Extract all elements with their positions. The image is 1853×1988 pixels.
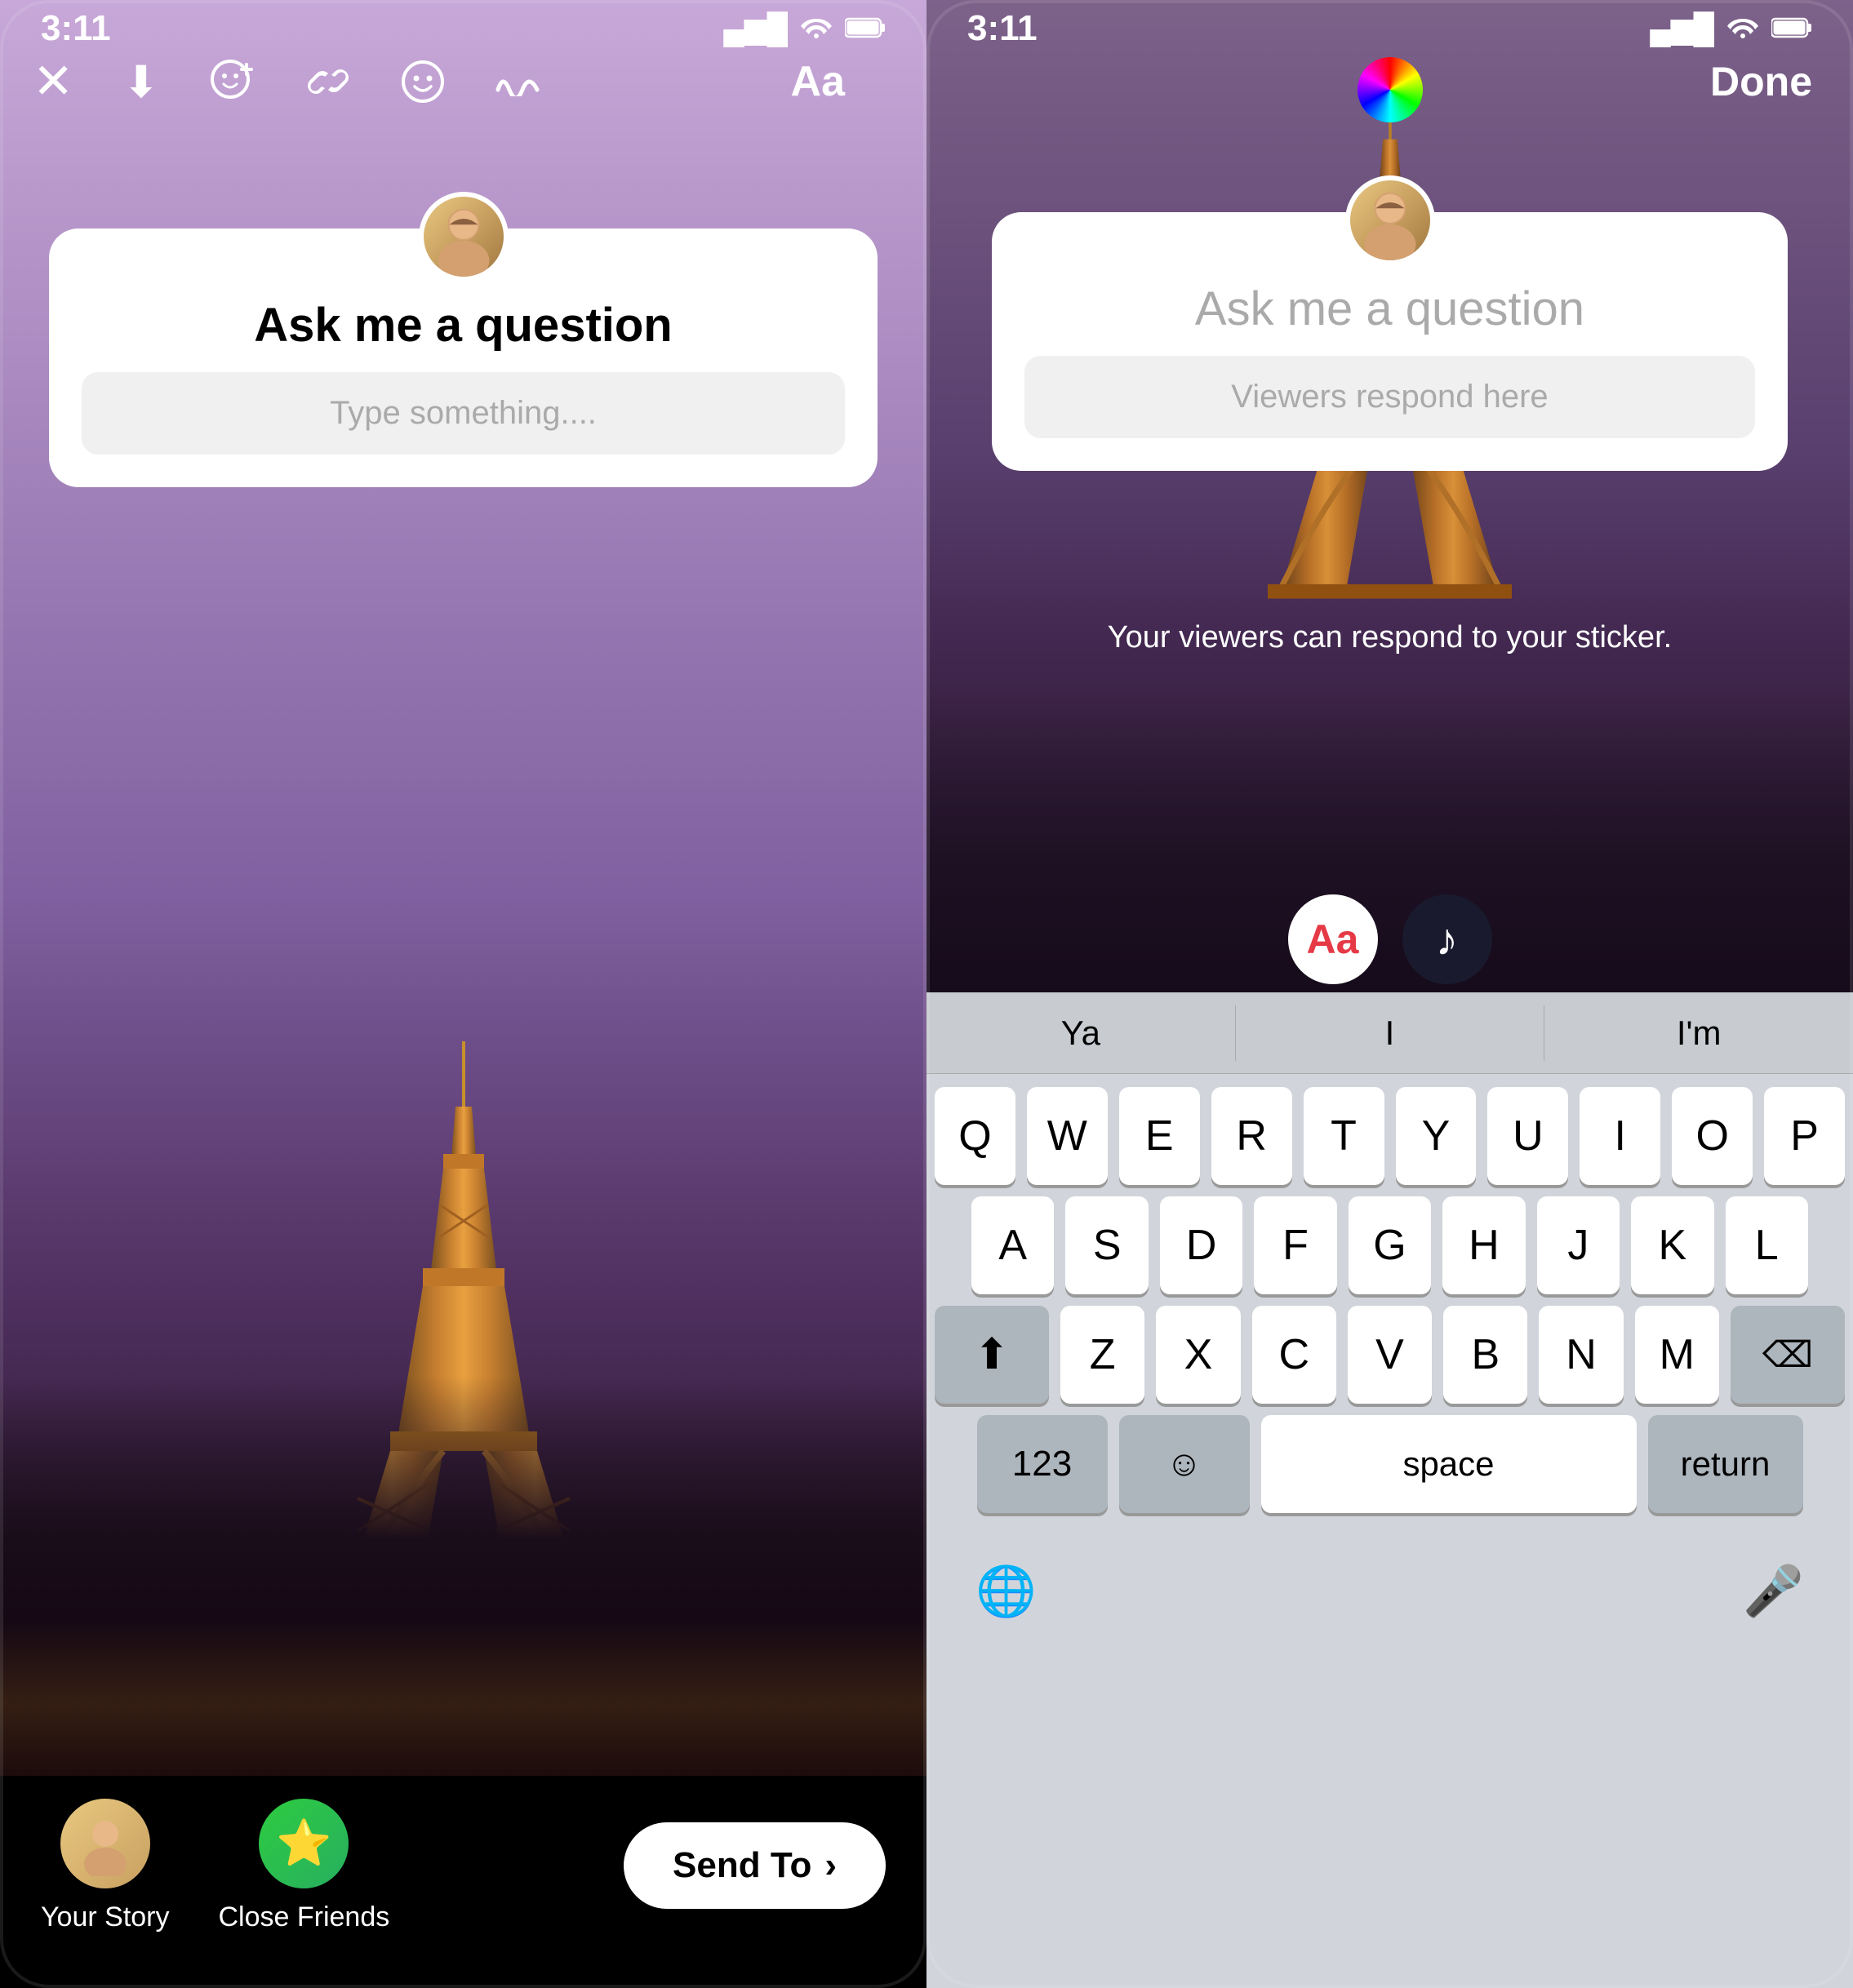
sticker-input-left[interactable]: Type something.... [82,372,845,455]
sticker-title-left: Ask me a question [254,298,672,353]
text-style-button[interactable]: Aa [1288,894,1378,984]
key-u[interactable]: U [1487,1087,1568,1185]
key-row-3: ⬆ Z X C V B N M ⌫ [935,1306,1845,1404]
key-b[interactable]: B [1443,1306,1527,1404]
keyboard-bottom-bar: 🌐 🎤 [926,1538,1853,1644]
squiggle-icon-left[interactable] [495,67,540,96]
key-s[interactable]: S [1065,1196,1148,1294]
bottom-bar-left: Your Story ⭐ Close Friends Send To › [0,1776,926,1988]
mic-icon[interactable]: 🎤 [1743,1562,1804,1620]
close-button-left[interactable]: ✕ [33,53,73,110]
story-screen-right: 3:11 ▄▆█ Done [926,0,1853,1988]
num-key[interactable]: 123 [977,1415,1108,1513]
right-phone: 3:11 ▄▆█ Done [926,0,1853,1988]
key-a[interactable]: A [971,1196,1054,1294]
predictive-bar: Ya I I'm [926,992,1853,1074]
emoji-add-icon-left[interactable] [209,58,256,105]
key-row-1: Q W E R T Y U I O P [935,1087,1845,1185]
key-row-4: 123 ☺ space return [935,1415,1845,1513]
battery-icon-left [845,11,886,46]
text-aa-icon-left[interactable]: Aa [791,57,845,106]
close-friends-icon: ⭐ [259,1799,349,1888]
keyboard-rows: Q W E R T Y U I O P A S D F G [926,1074,1853,1538]
sticker-title-right: Ask me a question [1195,282,1584,336]
sticker-input-right[interactable]: Viewers respond here [1024,356,1755,438]
key-v[interactable]: V [1348,1306,1432,1404]
return-key[interactable]: return [1648,1415,1803,1513]
key-f[interactable]: F [1254,1196,1336,1294]
key-z[interactable]: Z [1060,1306,1144,1404]
key-o[interactable]: O [1672,1087,1753,1185]
question-sticker-right: Ask me a question Viewers respond here [992,212,1788,471]
link-icon-left[interactable] [305,59,351,104]
time-left: 3:11 [41,8,111,49]
key-l[interactable]: L [1726,1196,1808,1294]
key-k[interactable]: K [1631,1196,1713,1294]
text-tools-area: Aa ♪ [926,894,1853,984]
question-sticker-left: Ask me a question Type something.... [49,229,878,487]
download-icon-left[interactable]: ⬇ [122,56,159,108]
your-story-button[interactable]: Your Story [41,1799,170,1933]
status-bar-left: 3:11 ▄▆█ [0,0,926,49]
predictive-word-3[interactable]: I'm [1544,1005,1853,1061]
close-friends-label: Close Friends [219,1901,390,1933]
signal-icon-left: ▄▆█ [723,11,788,46]
globe-icon[interactable]: 🌐 [975,1562,1037,1620]
send-to-button[interactable]: Send To › [624,1822,886,1909]
shift-key[interactable]: ⬆ [935,1306,1049,1404]
key-x[interactable]: X [1156,1306,1240,1404]
key-i[interactable]: I [1580,1087,1660,1185]
color-picker-button[interactable] [1358,57,1423,122]
predictive-word-1[interactable]: Ya [926,1005,1236,1061]
key-row-2: A S D F G H J K L [935,1196,1845,1294]
your-story-label: Your Story [41,1901,170,1933]
sticker-avatar-right [1345,175,1435,265]
music-button[interactable]: ♪ [1402,894,1492,984]
key-j[interactable]: J [1537,1196,1620,1294]
toolbar-right: Done [926,0,1853,131]
emoji-key[interactable]: ☺ [1119,1415,1250,1513]
delete-key[interactable]: ⌫ [1731,1306,1845,1404]
wifi-icon-left [801,11,832,46]
left-phone: 3:11 ▄▆█ ✕ ⬇ Aa [0,0,926,1988]
sticker-avatar-left [419,192,509,282]
your-story-avatar [60,1799,150,1888]
key-g[interactable]: G [1349,1196,1431,1294]
key-p[interactable]: P [1764,1087,1845,1185]
space-key[interactable]: space [1261,1415,1637,1513]
key-t[interactable]: T [1304,1087,1384,1185]
key-d[interactable]: D [1160,1196,1242,1294]
city-lights-left [0,1621,926,1784]
send-arrow-icon: › [824,1845,837,1886]
keyboard-area: Ya I I'm Q W E R T Y U I O P [926,992,1853,1988]
key-h[interactable]: H [1442,1196,1525,1294]
close-friends-button[interactable]: ⭐ Close Friends [219,1799,390,1933]
key-w[interactable]: W [1027,1087,1108,1185]
viewer-respond-text: Your viewers can respond to your sticker… [926,620,1853,655]
sticker-icon-left[interactable] [400,59,446,104]
done-button[interactable]: Done [1710,58,1812,105]
key-q[interactable]: Q [935,1087,1015,1185]
key-y[interactable]: Y [1396,1087,1477,1185]
key-c[interactable]: C [1252,1306,1336,1404]
predictive-word-2[interactable]: I [1236,1005,1545,1061]
key-n[interactable]: N [1539,1306,1623,1404]
key-r[interactable]: R [1211,1087,1292,1185]
key-m[interactable]: M [1635,1306,1719,1404]
status-icons-left: ▄▆█ [723,11,886,46]
key-e[interactable]: E [1119,1087,1200,1185]
